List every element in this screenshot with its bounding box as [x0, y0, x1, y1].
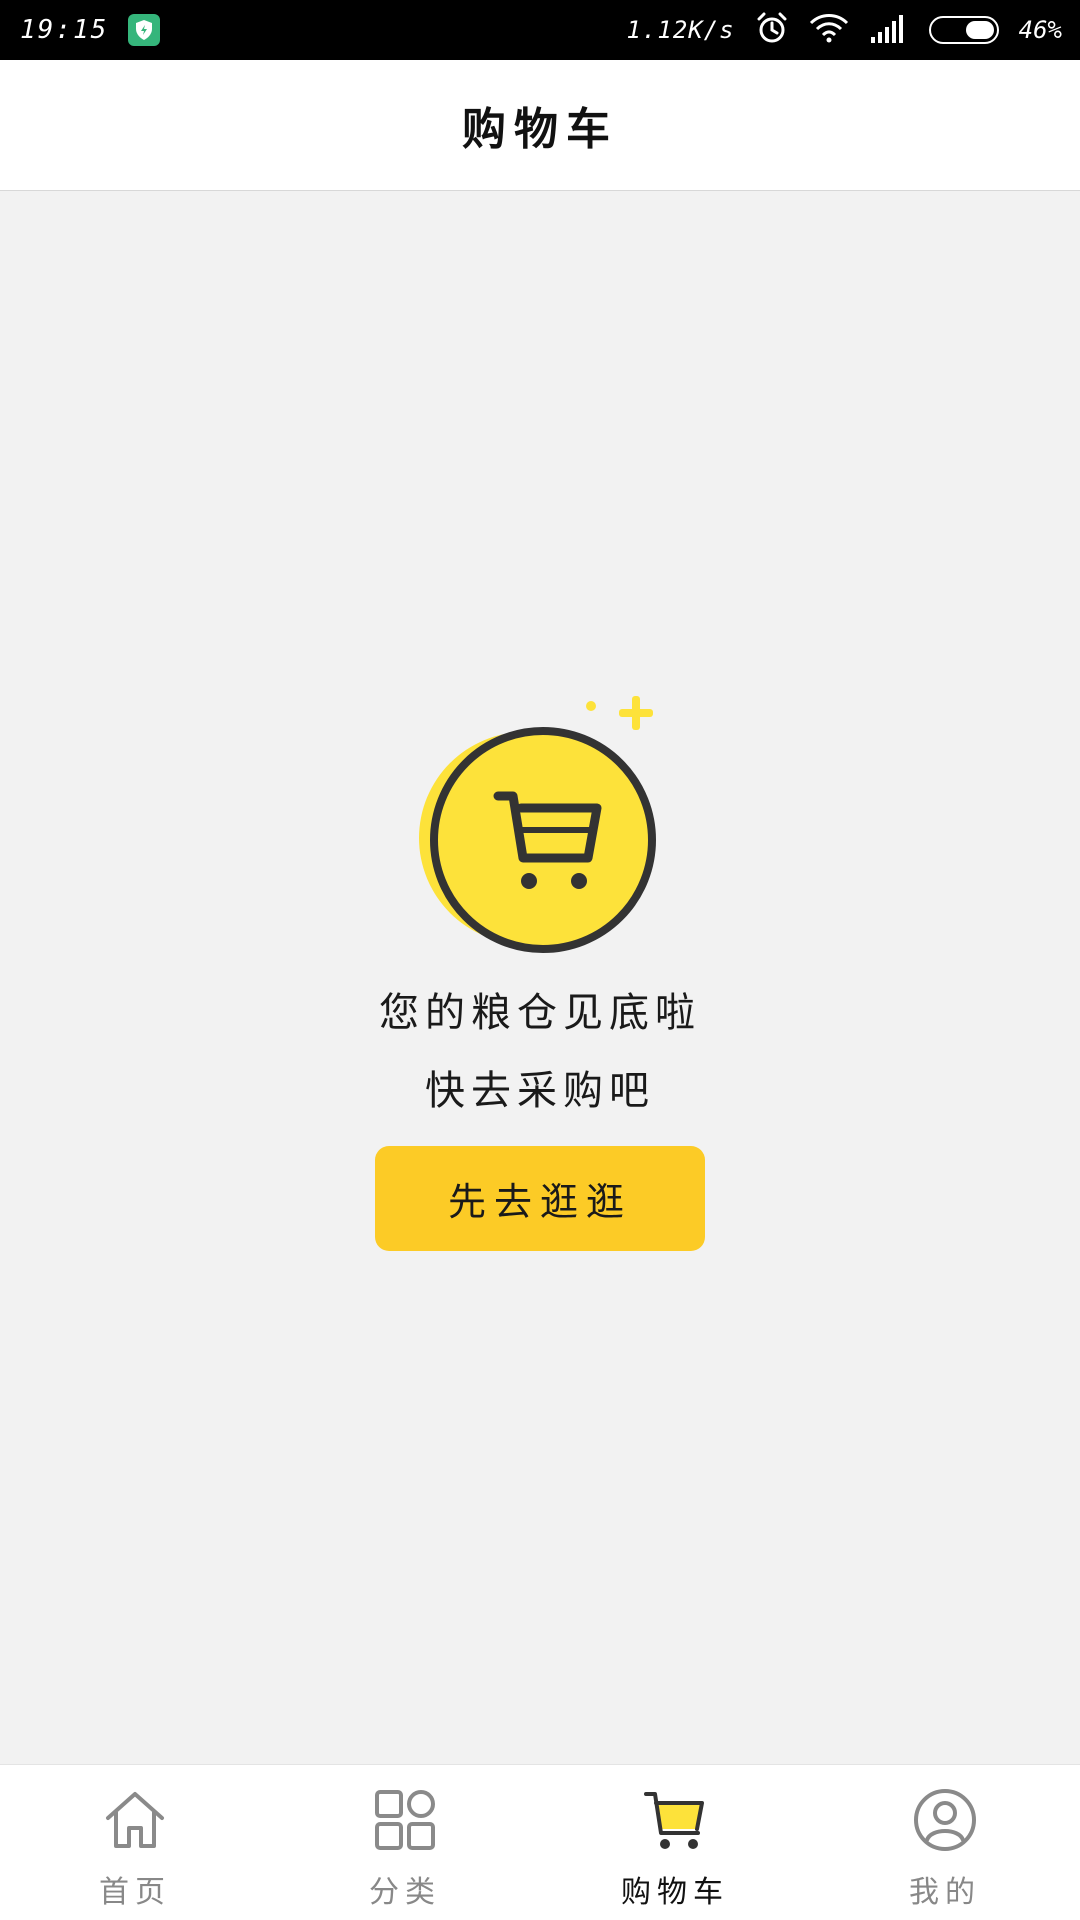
empty-submessage: 快去采购吧 [425, 1068, 655, 1114]
battery-level [965, 21, 994, 39]
grid-icon [375, 1790, 435, 1850]
tab-cart[interactable]: 购物车 [540, 1765, 810, 1920]
empty-message: 您的粮仓见底啦 [379, 990, 701, 1036]
tab-home-label: 首页 [99, 1875, 171, 1910]
page-title: 购物车 [462, 104, 618, 155]
status-left: 19:15 [20, 14, 161, 46]
go-shopping-button[interactable]: 先去逛逛 [375, 1146, 705, 1251]
cart-icon [644, 1792, 704, 1849]
empty-cart-illustration [405, 690, 685, 960]
tab-home[interactable]: 首页 [0, 1765, 270, 1920]
profile-icon [914, 1789, 976, 1851]
tab-cart-label: 购物车 [621, 1875, 729, 1910]
bottom-tab-bar: 首页 分类 购物车 我的 [0, 1764, 1080, 1920]
alarm-icon [755, 11, 789, 49]
home-icon [106, 1792, 164, 1848]
status-bar: 19:15 1.12K/s 46% [0, 0, 1080, 60]
battery-percent: 46% [1018, 16, 1062, 44]
wifi-icon [809, 13, 849, 47]
cart-screen: 19:15 1.12K/s 46% 购物车 您的粮仓见底啦 快去采购吧 先去逛逛… [0, 0, 1080, 1920]
header: 购物车 [0, 60, 1080, 191]
cart-icon [419, 696, 656, 953]
net-speed: 1.12K/s [626, 16, 735, 44]
tab-profile-label: 我的 [909, 1875, 981, 1910]
shield-icon [128, 14, 161, 46]
signal-icon [869, 13, 909, 47]
status-right: 1.12K/s 46% [626, 11, 1062, 49]
tab-category[interactable]: 分类 [270, 1765, 540, 1920]
status-time: 19:15 [20, 15, 109, 45]
battery-icon [928, 16, 999, 44]
tab-profile[interactable]: 我的 [810, 1765, 1080, 1920]
tab-category-label: 分类 [369, 1875, 441, 1910]
